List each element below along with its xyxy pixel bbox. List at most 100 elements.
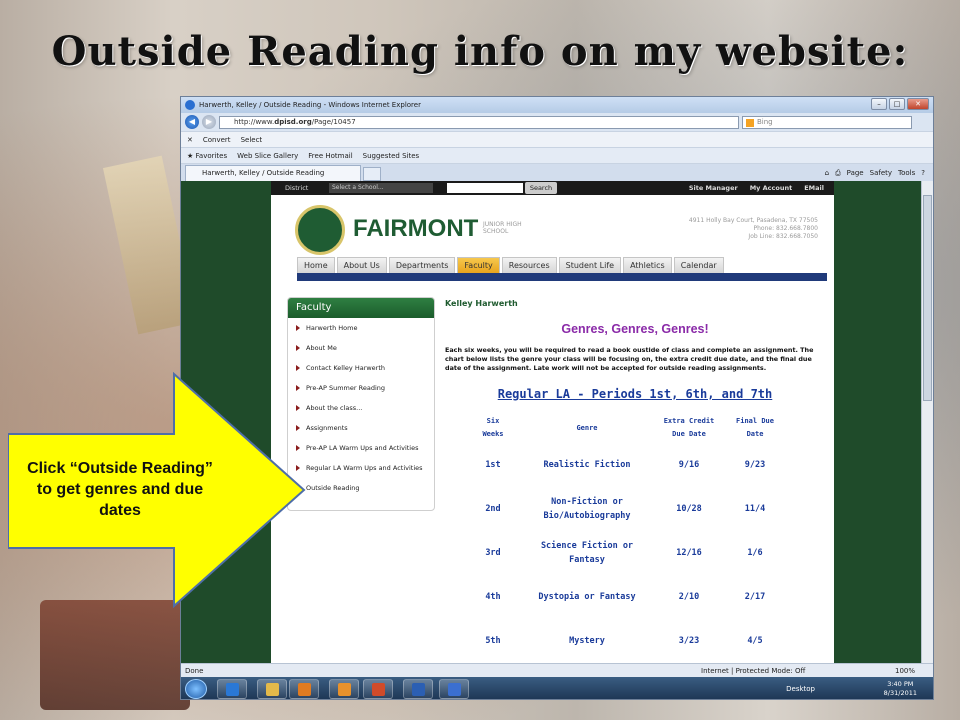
table-title: Regular LA - Periods 1st, 6th, and 7th (497, 387, 773, 401)
school-address: 4911 Holly Bay Court, Pasadena, TX 77505… (688, 217, 818, 240)
nav-faculty[interactable]: Faculty (457, 257, 500, 273)
taskbar-explorer[interactable] (257, 679, 287, 699)
site-search-input[interactable] (447, 183, 523, 193)
sidebar-item-assignments[interactable]: Assignments (288, 418, 434, 438)
close-icon[interactable]: ✕ (187, 132, 193, 147)
school-select[interactable]: Select a School... (329, 183, 433, 193)
site-search-button[interactable]: Search (525, 182, 557, 194)
taskbar-word[interactable] (403, 679, 433, 699)
callout-text: Click “Outside Reading” to get genres an… (27, 460, 213, 519)
close-button[interactable]: ✕ (907, 98, 929, 110)
forward-button[interactable]: ▶ (202, 115, 216, 129)
taskbar-ie[interactable] (217, 679, 247, 699)
cell-final: 11/4 (744, 504, 766, 514)
sidebar-item-about-me[interactable]: About Me (288, 338, 434, 358)
cell-extra: 9/16 (678, 460, 700, 470)
browser-tab[interactable]: Harwerth, Kelley / Outside Reading (185, 165, 361, 181)
nav-calendar[interactable]: Calendar (673, 257, 724, 273)
table-row: 4th Dystopia or Fantasy 2/10 2/17 (465, 575, 785, 619)
cell-extra: 10/28 (676, 504, 702, 514)
cell-final: 4/5 (747, 636, 763, 646)
favorites-button[interactable]: ★ Favorites (187, 148, 227, 163)
vertical-scrollbar[interactable] (921, 181, 933, 663)
scroll-thumb[interactable] (923, 195, 932, 401)
web-slice-gallery-link[interactable]: Web Slice Gallery (237, 148, 298, 163)
nav-about-us[interactable]: About Us (336, 257, 387, 273)
zoom-control[interactable]: 100% (895, 664, 915, 678)
header-genre: Genre (576, 423, 598, 432)
security-zone: Internet | Protected Mode: Off (701, 667, 806, 675)
system-clock[interactable]: 3:40 PM 8/31/2011 (884, 680, 917, 698)
school-website: District Select a School... Search Site … (271, 181, 834, 663)
main-column: Kelley Harwerth Genres, Genres, Genres! … (445, 299, 825, 663)
cell-final: 2/17 (744, 592, 766, 602)
select-button[interactable]: Select (241, 132, 263, 147)
cell-extra: 2/10 (678, 592, 700, 602)
sidebar-item-summer-reading[interactable]: Pre-AP Summer Reading (288, 378, 434, 398)
convert-button[interactable]: Convert (203, 132, 231, 147)
maximize-button[interactable]: □ (889, 98, 905, 110)
sidebar-item-harwerth-home[interactable]: Harwerth Home (288, 318, 434, 338)
school-subtitle: JUNIOR HIGH SCHOOL (483, 221, 522, 235)
back-button[interactable]: ◀ (185, 115, 199, 129)
slide-title: Outside Reading info on my website: (51, 28, 909, 75)
taskbar-outlook[interactable] (329, 679, 359, 699)
nav-student-life[interactable]: Student Life (558, 257, 622, 273)
window-title: Harwerth, Kelley / Outside Reading - Win… (199, 101, 421, 109)
cell-extra: 12/16 (676, 548, 702, 558)
taskbar-help[interactable] (439, 679, 469, 699)
cell-genre: Mystery (569, 636, 605, 646)
suggested-sites-link[interactable]: Suggested Sites (363, 148, 420, 163)
my-account-link[interactable]: My Account (750, 181, 793, 195)
free-hotmail-link[interactable]: Free Hotmail (308, 148, 352, 163)
taskbar-media[interactable] (289, 679, 319, 699)
cell-genre: Science Fiction or Fantasy (540, 541, 634, 565)
bing-icon (746, 118, 754, 127)
school-name: FAIRMONT (353, 215, 479, 242)
nav-divider (297, 273, 827, 281)
teacher-name: Kelley Harwerth (445, 299, 518, 308)
status-bar: Done Internet | Protected Mode: Off 100% (181, 663, 933, 678)
header-final-due: Final Due Date (736, 417, 774, 438)
table-row: 1st Realistic Fiction 9/16 9/23 (465, 443, 785, 487)
cell-genre: Non-Fiction or Bio/Autobiography (543, 497, 631, 521)
safety-menu[interactable]: Safety (870, 164, 892, 182)
home-icon[interactable]: ⌂ (825, 164, 829, 182)
sidebar-item-preap-warmups[interactable]: Pre-AP LA Warm Ups and Activities (288, 438, 434, 458)
intro-paragraph: Each six weeks, you will be required to … (445, 346, 814, 372)
header-extra-credit: Extra Credit Due Date (663, 417, 715, 438)
header-six-weeks: Six Weeks (482, 417, 504, 438)
table-header-row: Six Weeks Genre Extra Credit Due Date Fina… (465, 413, 785, 443)
school-logo[interactable] (295, 205, 345, 255)
search-input[interactable]: Bing (742, 115, 912, 129)
taskbar-powerpoint[interactable] (363, 679, 393, 699)
new-tab-button[interactable] (363, 167, 381, 181)
tools-menu[interactable]: Tools (898, 164, 915, 182)
table-row: 5th Mystery 3/23 4/5 (465, 619, 785, 663)
url-field[interactable]: http://www.dpisd.org/Page/10457 (219, 115, 739, 129)
desktop-toolbar[interactable]: Desktop (786, 685, 815, 693)
email-link[interactable]: EMail (804, 181, 824, 195)
nav-athletics[interactable]: Athletics (623, 257, 672, 273)
cell-final: 1/6 (747, 548, 763, 558)
page-menu[interactable]: Page (847, 164, 864, 182)
ie-icon (185, 100, 195, 110)
start-button[interactable] (185, 679, 207, 699)
nav-departments[interactable]: Departments (388, 257, 456, 273)
main-nav: Home About Us Departments Faculty Resour… (297, 257, 724, 273)
minimize-button[interactable]: – (871, 98, 887, 110)
window-titlebar: Harwerth, Kelley / Outside Reading - Win… (181, 97, 933, 113)
sidebar-item-about-class[interactable]: About the class... (288, 398, 434, 418)
district-link[interactable]: District (285, 184, 308, 192)
nav-resources[interactable]: Resources (501, 257, 557, 273)
sidebar-item-contact[interactable]: Contact Kelley Harwerth (288, 358, 434, 378)
sidebar-heading: Faculty (288, 298, 434, 318)
site-manager-link[interactable]: Site Manager (689, 181, 738, 195)
print-icon[interactable]: ⎙ (835, 164, 841, 182)
sidebar-item-outside-reading[interactable]: Outside Reading (288, 478, 434, 498)
nav-home[interactable]: Home (297, 257, 335, 273)
help-icon[interactable]: ? (921, 164, 925, 182)
sidebar-item-regular-warmups[interactable]: Regular LA Warm Ups and Activities (288, 458, 434, 478)
command-bar: ✕ Convert Select (181, 131, 933, 147)
cell-genre: Realistic Fiction (543, 460, 631, 470)
